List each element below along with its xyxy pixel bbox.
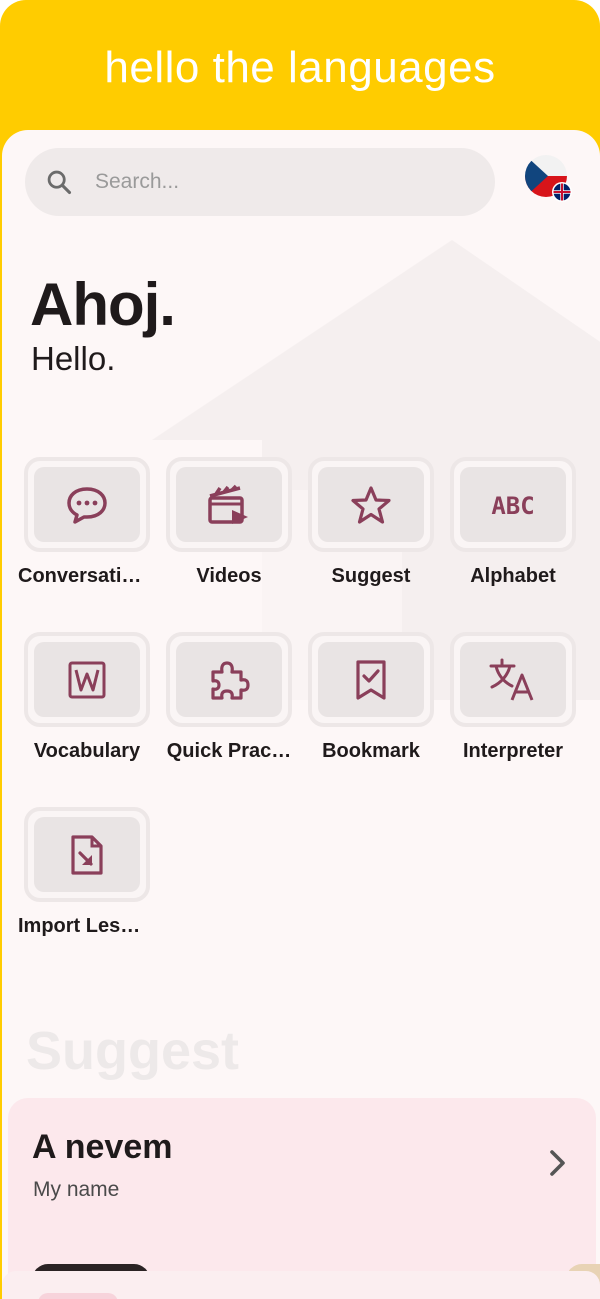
menu-conversation[interactable]: Conversati… — [2, 457, 150, 597]
puzzle-icon — [211, 660, 250, 700]
bottom-pill — [38, 1293, 118, 1299]
menu-videos[interactable]: Videos — [144, 457, 292, 597]
app-frame: hello the languages Search... Ahoj. Hell… — [0, 0, 600, 1299]
card-title: A nevem — [32, 1128, 173, 1166]
chat-bubble-icon — [67, 486, 107, 524]
file-import-icon — [71, 834, 103, 875]
app-title: hello the languages — [104, 43, 496, 92]
abc-icon: ABC — [491, 492, 534, 520]
chevron-right-icon[interactable] — [544, 1146, 572, 1180]
menu-import-lesson[interactable]: Import Les… — [2, 807, 150, 947]
greeting-translation: Hello. — [31, 340, 116, 377]
greeting-native: Ahoj. — [30, 271, 176, 338]
star-icon — [351, 485, 391, 524]
language-flag-icon[interactable] — [524, 154, 572, 202]
main-sheet: Ahoj. Hello. Conversati… Videos — [2, 130, 600, 1299]
menu-interpreter[interactable]: Interpreter — [428, 632, 576, 772]
menu-vocabulary[interactable]: Vocabulary — [2, 632, 150, 772]
menu-suggest[interactable]: Suggest — [286, 457, 434, 597]
bottom-sheet-edge — [2, 1271, 600, 1299]
svg-text:ABC: ABC — [491, 492, 534, 520]
suggest-heading: Suggest — [26, 1021, 240, 1081]
menu-quick-practice[interactable]: Quick Prac… — [144, 632, 292, 772]
translate-icon — [489, 658, 534, 701]
card-subtitle: My name — [33, 1178, 120, 1201]
bookmark-check-icon — [356, 659, 386, 700]
search-input[interactable] — [95, 160, 475, 204]
clapperboard-icon — [208, 484, 248, 524]
word-doc-icon — [68, 661, 106, 698]
menu-bookmark[interactable]: Bookmark — [286, 632, 434, 772]
search-icon — [47, 170, 72, 195]
search-bar[interactable] — [25, 148, 495, 216]
suggest-card[interactable]: A nevem My name — [8, 1098, 600, 1299]
menu-alphabet[interactable]: ABC Alphabet — [428, 457, 576, 597]
